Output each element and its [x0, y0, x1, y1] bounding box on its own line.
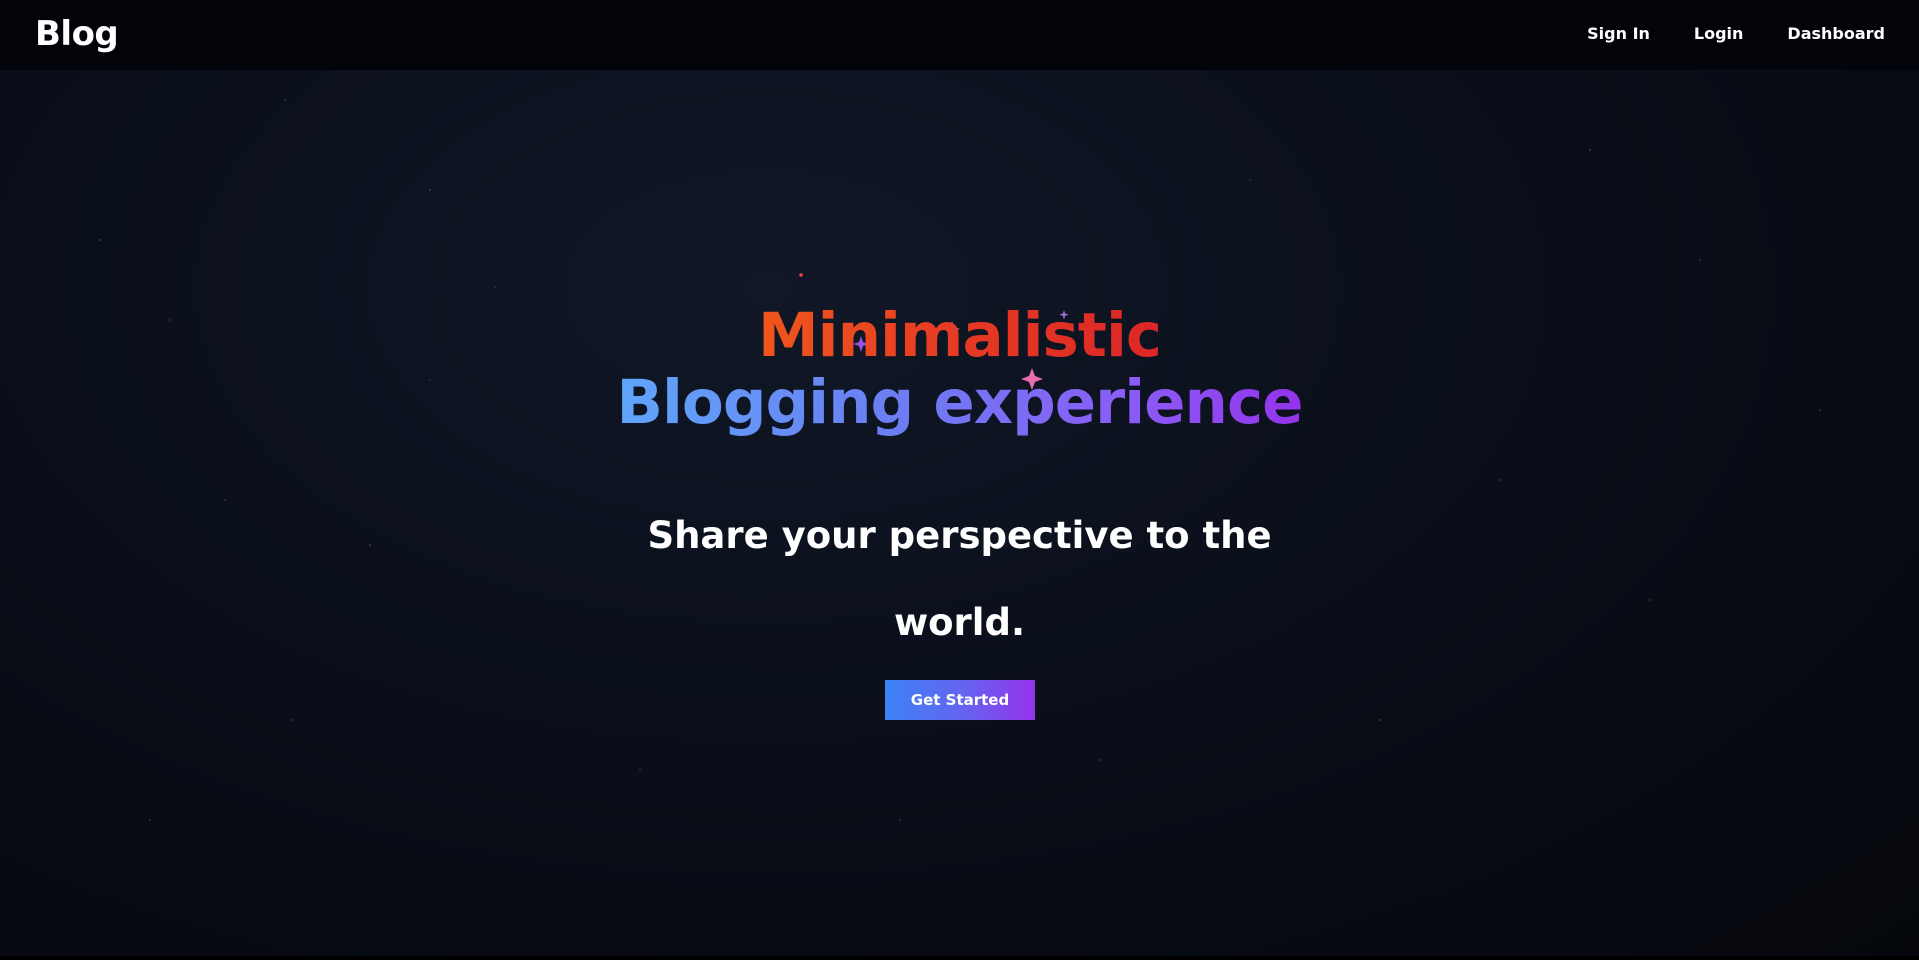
hero-title-line2-text: Blogging experience	[616, 367, 1304, 438]
nav-link-login[interactable]: Login	[1694, 24, 1744, 43]
landing-page: Blog Sign In Login Dashboard Minimalisti…	[0, 0, 1919, 960]
site-logo[interactable]: Blog	[35, 14, 119, 54]
hero-section: Minimalistic Blogging experience Share y…	[0, 70, 1919, 960]
hero-subtitle-line1: Share your perspective to the	[647, 514, 1272, 557]
get-started-button[interactable]: Get Started	[885, 680, 1035, 720]
hero-subtitle: Share your perspective to the world.	[0, 492, 1919, 666]
nav-link-sign-in[interactable]: Sign In	[1587, 24, 1650, 43]
nav-links: Sign In Login Dashboard	[1587, 24, 1885, 43]
hero-subtitle-line2: world.	[893, 601, 1026, 644]
bottom-edge	[0, 956, 1919, 960]
hero-title-line2: Blogging experience	[0, 369, 1919, 437]
hero-title-line1-text: Minimalistic	[757, 300, 1162, 371]
nav-link-dashboard[interactable]: Dashboard	[1787, 24, 1885, 43]
top-navbar: Blog Sign In Login Dashboard	[0, 0, 1919, 70]
hero-title-line1: Minimalistic	[0, 302, 1919, 370]
